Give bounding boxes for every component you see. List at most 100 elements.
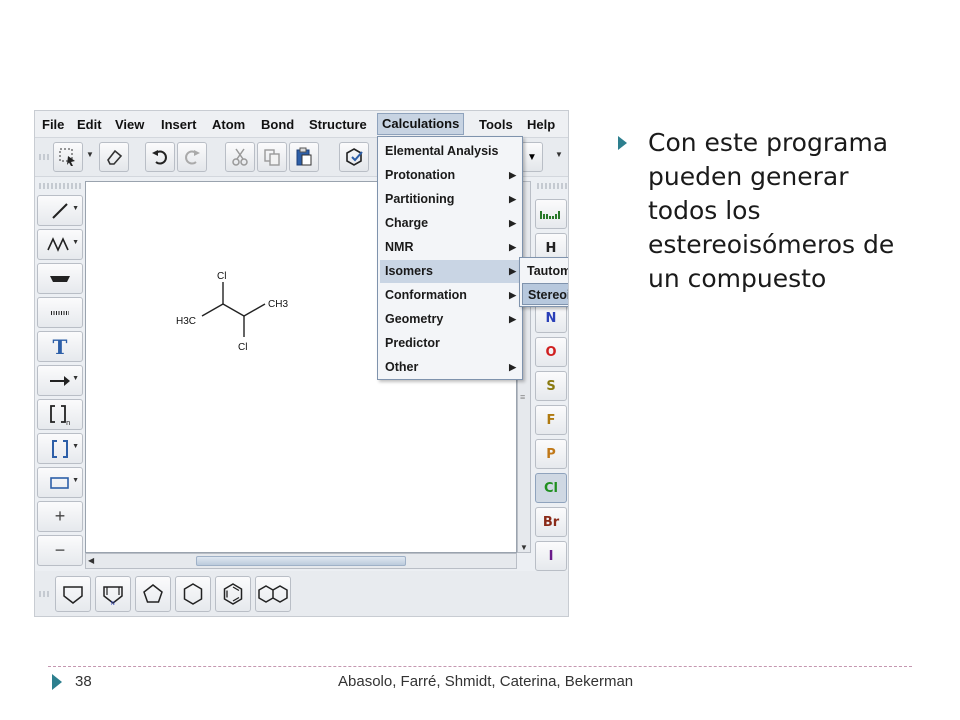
bond-up-tool[interactable] xyxy=(37,263,83,294)
svg-text:n: n xyxy=(66,419,70,426)
template-pyrrole-button[interactable]: N xyxy=(95,576,131,612)
element-n-button[interactable]: N xyxy=(535,303,567,333)
template-cyclopentane-button[interactable] xyxy=(135,576,171,612)
template-toolbar: N xyxy=(35,571,568,616)
element-s-label: S xyxy=(546,378,556,394)
menu-view[interactable]: View xyxy=(111,115,148,135)
scroll-left-arrow-icon[interactable]: ◀ xyxy=(88,556,94,565)
menu-item-other[interactable]: Other ▶ xyxy=(380,356,520,379)
caret-icon: ▼ xyxy=(72,375,79,382)
calculations-dropdown-menu: Elemental Analysis Protonation ▶ Partitio… xyxy=(377,136,523,380)
menu-item-protonation[interactable]: Protonation ▶ xyxy=(380,164,520,187)
element-br-label: Br xyxy=(542,514,560,530)
menu-item-label: Elemental Analysis xyxy=(385,144,499,158)
periodic-table-button[interactable] xyxy=(535,199,567,229)
element-cl-button[interactable]: Cl xyxy=(535,473,567,503)
text-tool[interactable]: T xyxy=(37,331,83,362)
toolbar-overflow-arrow-icon[interactable]: ▼ xyxy=(555,150,563,159)
element-f-button[interactable]: F xyxy=(535,405,567,435)
horizontal-scroll-thumb[interactable] xyxy=(196,556,406,566)
menu-item-predictor[interactable]: Predictor xyxy=(380,332,520,355)
undo-icon xyxy=(152,150,167,165)
rectangle-tool[interactable]: ▼ xyxy=(37,467,83,498)
undo-button[interactable] xyxy=(145,142,175,172)
zoom-dropdown-button[interactable]: ▼ xyxy=(521,142,543,172)
submenu-arrow-icon: ▶ xyxy=(509,314,516,324)
bracket-n-tool[interactable]: n xyxy=(37,399,83,430)
bullet-text: Con este programa pueden generar todos l… xyxy=(648,128,895,293)
menu-item-conformation[interactable]: Conformation ▶ xyxy=(380,284,520,307)
atom-label-cl-bottom[interactable]: Cl xyxy=(238,342,247,353)
increase-charge-tool[interactable]: + xyxy=(37,501,83,532)
plus-icon: + xyxy=(54,506,66,526)
element-br-button[interactable]: Br xyxy=(535,507,567,537)
template-cyclopentene-button[interactable] xyxy=(55,576,91,612)
menu-item-stereoisomers[interactable]: Stereoisomers xyxy=(522,283,568,305)
chain-tool[interactable]: ▼ xyxy=(37,229,83,260)
element-o-button[interactable]: O xyxy=(535,337,567,367)
caret-icon: ▼ xyxy=(72,443,79,450)
menu-item-label: Partitioning xyxy=(385,192,455,206)
submenu-arrow-icon: ▶ xyxy=(509,170,516,180)
element-s-button[interactable]: S xyxy=(535,371,567,401)
menu-item-nmr[interactable]: NMR ▶ xyxy=(380,236,520,259)
arrow-tool[interactable]: ▼ xyxy=(37,365,83,396)
menu-item-charge[interactable]: Charge ▶ xyxy=(380,212,520,235)
element-o-label: O xyxy=(545,344,557,360)
decrease-charge-tool[interactable]: − xyxy=(37,535,83,566)
bond-hash-tool[interactable] xyxy=(37,297,83,328)
clean-structure-button[interactable] xyxy=(339,142,369,172)
menu-item-tautomers[interactable]: Tautomers xyxy=(522,260,568,282)
select-button[interactable] xyxy=(53,142,83,172)
bracket-tool[interactable]: ▼ xyxy=(37,433,83,464)
copy-button[interactable] xyxy=(257,142,287,172)
eraser-button[interactable] xyxy=(99,142,129,172)
pyrrole-icon: N xyxy=(103,586,123,606)
copy-icon xyxy=(264,149,280,166)
atom-label-ch3-right[interactable]: CH3 xyxy=(268,299,288,310)
atom-label-cl-top[interactable]: Cl xyxy=(217,271,226,282)
menu-item-label: Geometry xyxy=(385,312,444,326)
menu-structure[interactable]: Structure xyxy=(305,115,371,135)
horizontal-scrollbar[interactable]: ◀ xyxy=(85,553,517,569)
element-p-button[interactable]: P xyxy=(535,439,567,469)
element-i-button[interactable]: I xyxy=(535,541,567,571)
menu-calculations[interactable]: Calculations xyxy=(377,113,465,135)
menu-item-isomers[interactable]: Isomers ▶ xyxy=(380,260,520,283)
pentagon-icon xyxy=(143,584,163,603)
redo-icon xyxy=(185,150,200,165)
template-benzene-button[interactable] xyxy=(215,576,251,612)
bond-up-icon xyxy=(50,275,70,282)
bond-c3-ch3 xyxy=(243,303,266,317)
menu-item-elemental-analysis[interactable]: Elemental Analysis xyxy=(380,140,520,163)
element-f-label: F xyxy=(546,412,556,428)
scroll-down-arrow-icon[interactable]: ▼ xyxy=(520,543,528,552)
hexagon-icon xyxy=(183,583,203,605)
rectangle-icon xyxy=(50,476,69,489)
atom-label-h3c-left[interactable]: H3C xyxy=(176,316,196,327)
dropdown-arrow-icon: ▼ xyxy=(527,151,537,163)
select-icon xyxy=(59,148,75,166)
paste-button[interactable] xyxy=(289,142,319,172)
bond-c2-c3 xyxy=(222,303,245,317)
structure-editor-window: File Edit View Insert Atom Bond Structur… xyxy=(34,110,569,617)
cut-button[interactable] xyxy=(225,142,255,172)
menu-atom[interactable]: Atom xyxy=(208,115,249,135)
menu-help[interactable]: Help xyxy=(523,115,559,135)
redo-button[interactable] xyxy=(177,142,207,172)
element-cl-label: Cl xyxy=(544,480,558,496)
single-bond-tool[interactable]: ▼ xyxy=(37,195,83,226)
clean-icon xyxy=(346,148,363,166)
menu-bond[interactable]: Bond xyxy=(257,115,298,135)
footer-arrow-icon xyxy=(52,674,62,690)
menu-file[interactable]: File xyxy=(38,115,68,135)
menu-edit[interactable]: Edit xyxy=(73,115,106,135)
select-dropdown-arrow-icon[interactable]: ▼ xyxy=(86,150,94,159)
menu-tools[interactable]: Tools xyxy=(475,115,517,135)
menu-item-geometry[interactable]: Geometry ▶ xyxy=(380,308,520,331)
menu-item-partitioning[interactable]: Partitioning ▶ xyxy=(380,188,520,211)
template-naphthalene-button[interactable] xyxy=(255,576,291,612)
template-cyclohexane-button[interactable] xyxy=(175,576,211,612)
bracket-n-icon: n xyxy=(50,404,70,426)
menu-insert[interactable]: Insert xyxy=(157,115,200,135)
